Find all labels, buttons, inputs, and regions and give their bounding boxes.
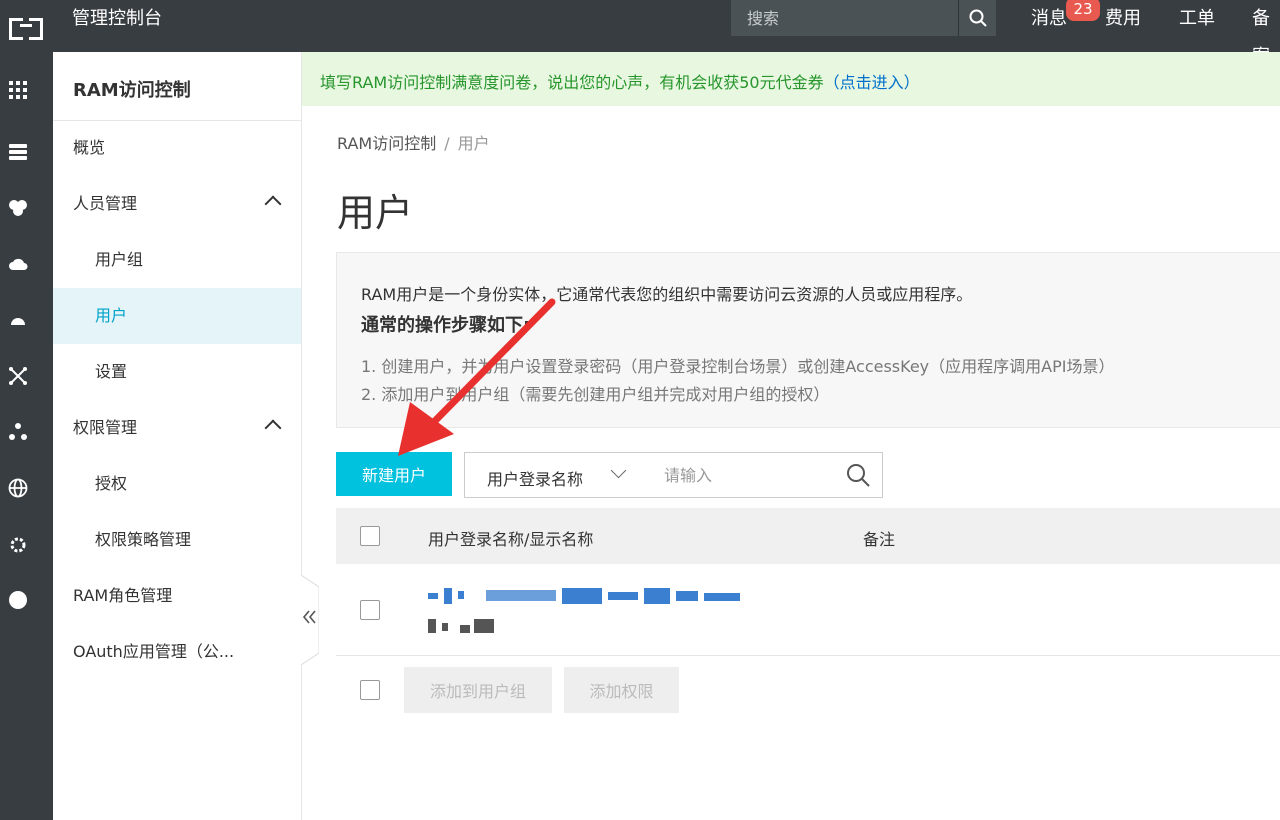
gear-cloud-icon[interactable] bbox=[8, 534, 28, 554]
filter-search bbox=[640, 452, 883, 498]
breadcrumb-root[interactable]: RAM访问控制 bbox=[337, 134, 436, 153]
chevron-up-icon bbox=[264, 419, 282, 437]
ram-sidebar: RAM访问控制 概览 人员管理 用户组 用户 设置 权限管理 授权 权限策略管理… bbox=[53, 52, 302, 820]
notice-text: 填写RAM访问控制满意度问卷，说出您的心声，有机会收获50元代金券（点击进入） bbox=[320, 69, 920, 93]
filter-field-value: 用户登录名称 bbox=[487, 470, 584, 489]
column-header-name: 用户登录名称/显示名称 bbox=[428, 530, 594, 549]
search-button[interactable] bbox=[958, 0, 996, 36]
server-icon[interactable] bbox=[8, 142, 28, 162]
sidebar-item-ram-roles[interactable]: RAM角色管理 bbox=[53, 568, 301, 624]
column-header-remark: 备注 bbox=[863, 530, 896, 549]
sidebar-item-label: 人员管理 bbox=[73, 194, 138, 213]
messages-link[interactable]: 消息 bbox=[1031, 0, 1067, 38]
page-title: 用户 bbox=[337, 191, 414, 235]
add-permission-button[interactable]: 添加权限 bbox=[564, 667, 679, 713]
search-icon bbox=[969, 9, 987, 27]
tickets-link[interactable]: 工单 bbox=[1179, 0, 1215, 38]
sidebar-item-settings[interactable]: 设置 bbox=[53, 344, 301, 400]
sidebar-item-overview[interactable]: 概览 bbox=[53, 120, 301, 176]
chevron-down-icon bbox=[610, 462, 627, 479]
message-count-badge: 23 bbox=[1066, 0, 1100, 21]
sidebar-item-oauth-apps[interactable]: OAuth应用管理（公... bbox=[53, 624, 301, 680]
sidebar-item-groups[interactable]: 用户组 bbox=[53, 232, 301, 288]
cdn-icon[interactable] bbox=[8, 310, 28, 330]
global-search-input[interactable] bbox=[731, 0, 958, 36]
console-title[interactable]: 管理控制台 bbox=[72, 0, 162, 38]
add-to-group-button[interactable]: 添加到用户组 bbox=[404, 667, 552, 713]
circle-app-icon[interactable] bbox=[8, 590, 28, 610]
row-checkbox[interactable] bbox=[360, 600, 380, 620]
table-row bbox=[336, 564, 1280, 656]
network-icon[interactable] bbox=[8, 366, 28, 386]
database-icon[interactable] bbox=[8, 198, 28, 218]
create-user-button[interactable]: 新建用户 bbox=[336, 452, 452, 496]
global-search bbox=[731, 0, 996, 36]
survey-notice-banner: 填写RAM访问控制满意度问卷，说出您的心声，有机会收获50元代金券（点击进入） bbox=[302, 52, 1280, 106]
product-icon-rail bbox=[0, 52, 53, 820]
aliyun-logo-icon[interactable] bbox=[0, 0, 52, 52]
sidebar-item-users[interactable]: 用户 bbox=[53, 288, 301, 344]
notice-message: 填写RAM访问控制满意度问卷，说出您的心声，有机会收获50元代金券 bbox=[320, 73, 824, 92]
notice-link[interactable]: （点击进入） bbox=[824, 73, 920, 92]
select-all-checkbox[interactable] bbox=[360, 526, 380, 546]
grid-menu-icon[interactable] bbox=[8, 80, 28, 100]
sidebar-item-grants[interactable]: 授权 bbox=[53, 456, 301, 512]
footer-select-all-checkbox[interactable] bbox=[360, 680, 380, 700]
annotation-arrow-icon bbox=[398, 298, 556, 456]
sidebar-item-policies[interactable]: 权限策略管理 bbox=[53, 512, 301, 568]
sidebar-title: RAM访问控制 bbox=[73, 80, 191, 101]
sidebar-item-label: 权限管理 bbox=[73, 418, 138, 437]
breadcrumb: RAM访问控制 / 用户 bbox=[337, 130, 490, 154]
user-display-name-redacted bbox=[428, 619, 500, 633]
breadcrumb-current: 用户 bbox=[457, 134, 490, 153]
chevron-up-icon bbox=[264, 195, 282, 213]
cloud-storage-icon[interactable] bbox=[8, 254, 28, 274]
fees-link[interactable]: 费用 bbox=[1105, 0, 1141, 38]
top-bar: 管理控制台 消息 23 费用 工单 备案 bbox=[0, 0, 1280, 67]
share-nodes-icon[interactable] bbox=[8, 422, 28, 442]
globe-icon[interactable] bbox=[8, 478, 28, 498]
search-icon[interactable] bbox=[846, 463, 870, 487]
sidebar-item-identity-management[interactable]: 人员管理 bbox=[53, 176, 301, 232]
breadcrumb-separator: / bbox=[444, 134, 450, 153]
filter-search-input[interactable] bbox=[640, 453, 840, 497]
sidebar-item-permission-management[interactable]: 权限管理 bbox=[53, 400, 301, 456]
users-table-header: 用户登录名称/显示名称 备注 bbox=[336, 508, 1280, 564]
user-login-name-redacted[interactable] bbox=[428, 588, 748, 604]
filter-field-select[interactable]: 用户登录名称 bbox=[464, 452, 641, 498]
